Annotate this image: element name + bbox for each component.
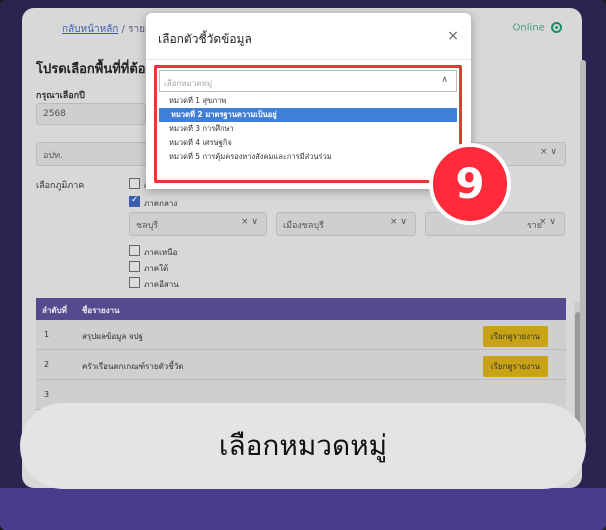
year-value: 2568 [43,109,66,119]
row-no: 1 [44,330,50,339]
instruction-caption: เลือกหมวดหมู่ [20,403,586,489]
province-select[interactable]: ชลบุรี × ∨ [129,212,267,236]
year-label: กรุณาเลือกปี [36,91,85,101]
row-no: 3 [44,390,50,399]
category-option-2[interactable]: หมวดที่ 2 มาตรฐานความเป็นอยู่ [159,108,457,122]
category-option-4[interactable]: หมวดที่ 4 เศรษฐกิจ [157,136,459,150]
region-label-north: ภาคเหนือ [144,248,178,257]
category-placeholder: เลือกหมวดหมู่ [164,79,213,88]
modal-divider [146,59,471,60]
category-select-input[interactable]: เลือกหมวดหมู่ ∧ [159,70,457,92]
category-option-1[interactable]: หมวดที่ 1 สุขภาพ [157,94,459,108]
breadcrumb-separator: / [121,24,125,35]
report-table: ลำดับที่ ชื่อรายงาน 1 สรุปผลข้อมูล จปฐ เ… [36,298,566,410]
region-checkbox-north[interactable] [129,245,140,256]
breadcrumb-home-link[interactable]: กลับหน้าหลัก [62,24,118,35]
online-indicator-icon [551,22,562,33]
year-select[interactable]: 2568 [36,103,146,125]
region-checkbox-south[interactable] [129,261,140,272]
region-checkbox-northeast[interactable] [129,277,140,288]
view-report-button[interactable]: เรียกดูรายงาน [482,356,548,377]
modal-title: เลือกตัวชี้วัดข้อมูล [158,32,252,46]
page-title: โปรดเลือกพื้นที่ที่ต้อง [36,62,152,77]
row-no: 2 [44,360,50,369]
row-name: สรุปผลข้อมูล จปฐ [82,332,144,341]
subdistrict-clear-chevron-icon[interactable]: × ∨ [539,217,556,227]
table-header: ลำดับที่ ชื่อรายงาน [36,298,566,320]
table-row: 1 สรุปผลข้อมูล จปฐ เรียกดูรายงาน [36,320,566,350]
category-option-3[interactable]: หมวดที่ 3 การศึกษา [157,122,459,136]
step-number-badge: 9 [429,143,511,225]
bottom-bar [0,488,606,530]
region-checkbox-0[interactable] [129,178,140,189]
row-name: ครัวเรือนตกเกณฑ์รายตัวชี้วัด [82,362,184,371]
chevron-up-icon[interactable]: ∧ [441,75,448,85]
indicator-modal: เลือกตัวชี้วัดข้อมูล × เลือกหมวดหมู่ ∧ ห… [146,13,471,189]
clear-chevron-icon[interactable]: × ∨ [540,147,557,157]
region-checkbox-central[interactable] [129,195,140,207]
org-type-value: อปท. [43,151,63,161]
district-clear-chevron-icon[interactable]: × ∨ [390,217,407,227]
online-status: Online [513,22,562,34]
district-value: เมืองชลบุรี [283,221,324,231]
category-option-5[interactable]: หมวดที่ 5 การคุ้มครองทางสังคมและการมีส่ว… [157,150,459,164]
page-scrollbar[interactable] [580,60,586,440]
view-report-button[interactable]: เรียกดูรายงาน [482,326,548,347]
province-clear-chevron-icon[interactable]: × ∨ [241,217,258,227]
district-select[interactable]: เมืองชลบุรี × ∨ [276,212,416,236]
screen-frame: กลับหน้าหลัก / รายงาน Online โปรดเลือกพื… [0,0,606,530]
region-label: เลือกภูมิภาค [36,181,85,191]
close-icon[interactable]: × [447,28,459,44]
region-label-northeast: ภาคอีสาน [144,280,179,289]
region-label-central: ภาคกลาง [144,199,178,208]
header-name: ชื่อรายงาน [82,306,120,315]
region-label-south: ภาคใต้ [144,264,169,273]
province-value: ชลบุรี [136,221,159,231]
table-row: 2 ครัวเรือนตกเกณฑ์รายตัวชี้วัด เรียกดูรา… [36,350,566,380]
category-dropdown: เลือกหมวดหมู่ ∧ หมวดที่ 1 สุขภาพ หมวดที่… [154,65,462,183]
online-status-label: Online [512,22,545,34]
header-no: ลำดับที่ [42,306,67,315]
